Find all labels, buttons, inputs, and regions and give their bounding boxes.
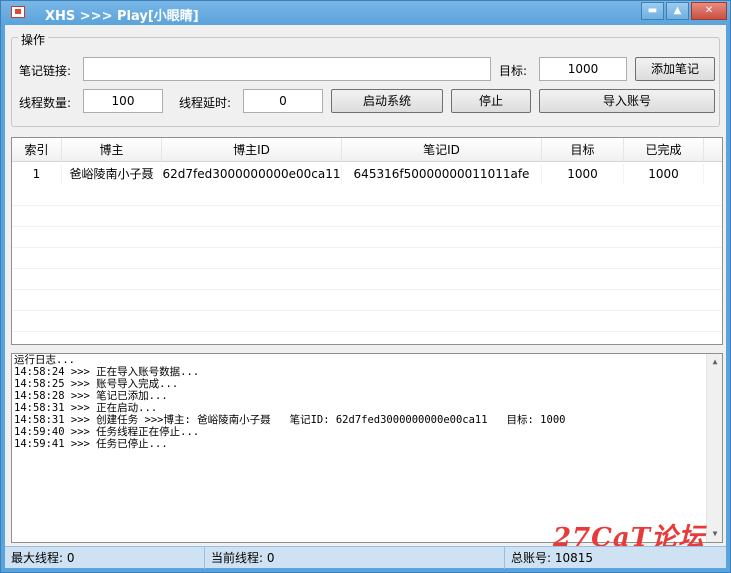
- log-line: 运行日志...: [14, 354, 75, 366]
- row-divider: [12, 247, 722, 248]
- status-current-threads: 当前线程: 0: [205, 547, 505, 569]
- target-input[interactable]: 1000: [539, 57, 627, 81]
- scroll-down-icon[interactable]: ▼: [707, 526, 723, 542]
- cell-blogger: 爸峪陵南小子聂: [62, 164, 162, 184]
- add-note-button[interactable]: 添加笔记: [635, 57, 715, 81]
- window-title: XHS >>> Play[小眼睛]: [45, 9, 199, 24]
- status-max-threads: 最大线程: 0: [5, 547, 205, 569]
- row-divider: [12, 289, 722, 290]
- maximize-button[interactable]: ▲: [666, 2, 689, 20]
- cell-target: 1000: [542, 164, 624, 184]
- column-header-completed[interactable]: 已完成: [624, 138, 704, 162]
- row-divider: [12, 310, 722, 311]
- column-header-blogger-id[interactable]: 博主ID: [162, 138, 342, 162]
- log-line: 14:58:25 >>> 账号导入完成...: [14, 378, 179, 390]
- row-divider: [12, 226, 722, 227]
- note-link-input[interactable]: [83, 57, 491, 81]
- log-panel[interactable]: 运行日志... 14:58:24 >>> 正在导入账号数据... 14:58:2…: [11, 353, 723, 543]
- scroll-up-icon[interactable]: ▲: [707, 354, 723, 370]
- log-content: 运行日志... 14:58:24 >>> 正在导入账号数据... 14:58:2…: [14, 354, 704, 450]
- thread-delay-input[interactable]: 0: [243, 89, 323, 113]
- cell-note-id: 645316f50000000011011afe: [342, 164, 542, 184]
- close-button[interactable]: ✕: [691, 2, 727, 20]
- log-line: 14:58:31 >>> 正在启动...: [14, 402, 158, 414]
- column-header-index[interactable]: 索引: [12, 138, 62, 162]
- log-line: 14:59:40 >>> 任务线程正在停止...: [14, 426, 200, 438]
- row-divider: [12, 331, 722, 332]
- cell-blogger-id: 62d7fed3000000000e00ca11: [162, 164, 342, 184]
- stop-button[interactable]: 停止: [451, 89, 531, 113]
- log-line: 14:58:31 >>> 创建任务 >>>博主: 爸峪陵南小子聂 笔记ID: 6…: [14, 414, 566, 426]
- cell-completed: 1000: [624, 164, 704, 184]
- status-total-accounts: 总账号: 10815: [511, 551, 594, 565]
- column-header-target[interactable]: 目标: [542, 138, 624, 162]
- thread-count-label: 线程数量:: [19, 96, 72, 110]
- note-link-label: 笔记链接:: [19, 64, 72, 78]
- thread-count-input[interactable]: 100: [83, 89, 163, 113]
- cell-index: 1: [12, 164, 62, 184]
- client-area: 操作 笔记链接: 目标: 1000 添加笔记 线程数量: 100 线程延时: 0…: [5, 25, 726, 553]
- start-system-button[interactable]: 启动系统: [331, 89, 443, 113]
- log-line: 14:58:24 >>> 正在导入账号数据...: [14, 366, 200, 378]
- target-label: 目标:: [499, 64, 528, 78]
- log-line: 14:58:28 >>> 笔记已添加...: [14, 390, 168, 402]
- import-accounts-button[interactable]: 导入账号: [539, 89, 715, 113]
- operations-group-title: 操作: [18, 31, 49, 48]
- column-header-blogger[interactable]: 博主: [62, 138, 162, 162]
- thread-delay-label: 线程延时:: [179, 96, 232, 110]
- row-divider: [12, 268, 722, 269]
- app-window: XHS >>> Play[小眼睛] ▬ ▲ ✕ 操作 笔记链接: 目标: 100…: [0, 0, 731, 573]
- minimize-button[interactable]: ▬: [641, 2, 664, 20]
- table-header: 索引 博主 博主ID 笔记ID 目标 已完成: [12, 138, 722, 162]
- app-icon: [11, 6, 25, 18]
- column-header-note-id[interactable]: 笔记ID: [342, 138, 542, 162]
- operations-group: [11, 37, 720, 127]
- log-line: 14:59:41 >>> 任务已停止...: [14, 438, 168, 450]
- task-table[interactable]: 索引 博主 博主ID 笔记ID 目标 已完成 1 爸峪陵南小子聂 62d7fed…: [11, 137, 723, 345]
- status-bar: 最大线程: 0 当前线程: 0 总账号: 10815: [5, 546, 726, 569]
- table-row[interactable]: 1 爸峪陵南小子聂 62d7fed3000000000e00ca11 64531…: [12, 164, 722, 184]
- title-bar[interactable]: XHS >>> Play[小眼睛] ▬ ▲ ✕: [1, 1, 730, 25]
- log-scrollbar[interactable]: ▲ ▼: [706, 354, 722, 542]
- row-divider: [12, 205, 722, 206]
